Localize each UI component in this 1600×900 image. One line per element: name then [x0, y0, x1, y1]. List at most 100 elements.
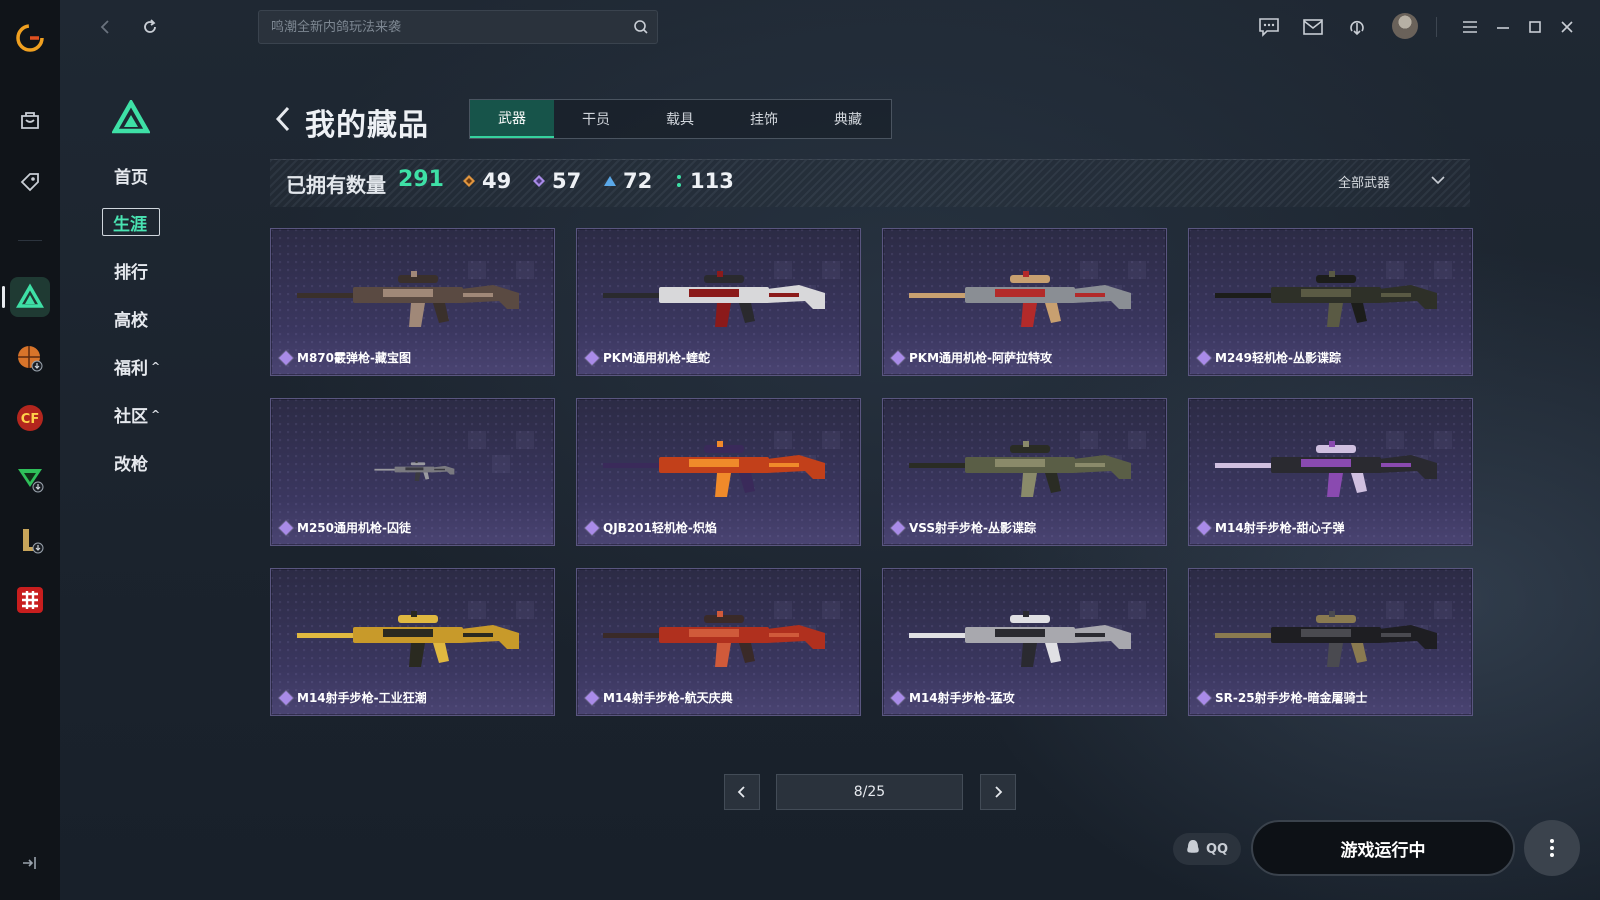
expand-sidebar-icon[interactable] — [20, 854, 38, 876]
tab-collection[interactable]: 典藏 — [806, 100, 890, 138]
download-icon[interactable] — [1344, 14, 1370, 40]
weapon-name: SR-25射手步枪-暗金屠骑士 — [1196, 689, 1368, 706]
tag-icon[interactable] — [10, 162, 50, 202]
weapon-name-label: M249轻机枪-丛影谍踪 — [1215, 351, 1341, 365]
weapon-card[interactable]: QJB201轻机枪-炽焰 — [576, 398, 861, 546]
weapon-card[interactable]: PKM通用机枪-阿萨拉特攻 — [882, 228, 1167, 376]
weapon-card[interactable]: M14射手步枪-工业狂潮 — [270, 568, 555, 716]
weapon-name-label: M14射手步枪-航天庆典 — [603, 691, 733, 705]
more-vertical-icon — [1550, 839, 1554, 857]
weapon-card[interactable]: M250通用机枪-囚徒 — [270, 398, 555, 546]
rarity-gold-count: 49 — [482, 169, 512, 193]
user-avatar[interactable] — [1392, 13, 1418, 39]
weapon-image — [603, 271, 825, 327]
weapon-card[interactable]: M14射手步枪-甜心子弹 — [1188, 398, 1473, 546]
rarity-green-stat: 113 — [674, 169, 734, 193]
weapon-name-label: M250通用机枪-囚徒 — [297, 521, 411, 535]
nav-welfare[interactable]: 福利 ^ — [102, 352, 172, 380]
chevron-down-icon — [1430, 174, 1446, 189]
weapon-name: M250通用机枪-囚徒 — [278, 519, 411, 536]
rail-active-indicator — [2, 286, 5, 308]
blue-triangle-icon — [603, 169, 617, 193]
weapon-image — [297, 271, 519, 327]
rarity-purple-stat: 57 — [532, 169, 581, 193]
search-input[interactable] — [259, 11, 657, 43]
nav-ranking-label: 排行 — [114, 262, 148, 283]
nav-gun-mod[interactable]: 改枪 — [102, 448, 172, 476]
crossfire-game-icon[interactable]: CF — [10, 398, 50, 438]
weapon-name: M14射手步枪-甜心子弹 — [1196, 519, 1345, 536]
next-page-button[interactable] — [980, 774, 1016, 810]
qq-button[interactable]: QQ — [1173, 833, 1241, 865]
weapon-card[interactable]: M870霰弹枪-藏宝图 — [270, 228, 555, 376]
valorant-game-icon[interactable] — [10, 458, 50, 498]
nav-home[interactable]: 首页 — [102, 161, 172, 189]
nav-ranking[interactable]: 排行 — [102, 256, 172, 284]
app-rail: CF — [0, 0, 60, 900]
rarity-gem-icon — [890, 350, 906, 365]
back-nav-icon[interactable] — [91, 12, 121, 42]
qq-penguin-icon — [1186, 839, 1200, 859]
chat-icon[interactable] — [1256, 14, 1282, 40]
maximize-icon[interactable] — [1522, 14, 1548, 40]
nav-community-label: 社区 — [114, 406, 148, 427]
weapon-image — [603, 441, 825, 497]
nav-welfare-label: 福利 — [114, 358, 148, 379]
summary-bar: 已拥有数量 291 49 57 72 113 全部武器 — [270, 159, 1470, 207]
weapon-card[interactable]: VSS射手步枪-丛影谍踪 — [882, 398, 1167, 546]
basketball-game-icon[interactable] — [10, 338, 50, 378]
weapon-card[interactable]: PKM通用机枪-蝰蛇 — [576, 228, 861, 376]
tab-charms[interactable]: 挂饰 — [722, 100, 806, 138]
owned-count-total: 291 — [398, 167, 444, 192]
search-icon[interactable] — [633, 19, 649, 39]
weapon-name-label: QJB201轻机枪-炽焰 — [603, 521, 717, 535]
chevron-left-icon — [737, 786, 745, 798]
weapon-filter-value: 全部武器 — [1337, 176, 1390, 191]
weapon-name: M14射手步枪-工业狂潮 — [278, 689, 427, 706]
weapon-filter-dropdown[interactable]: 全部武器 — [1338, 172, 1446, 191]
topbar-divider — [1436, 17, 1437, 37]
game-running-button[interactable]: 游戏运行中 — [1251, 820, 1515, 876]
rarity-gem-icon — [584, 350, 600, 365]
weapon-card[interactable]: M14射手步枪-航天庆典 — [576, 568, 861, 716]
back-arrow-icon[interactable] — [272, 104, 294, 138]
weapon-name: PKM通用机枪-阿萨拉特攻 — [890, 349, 1053, 366]
weapon-name: QJB201轻机枪-炽焰 — [584, 519, 717, 536]
mail-icon[interactable] — [1300, 14, 1326, 40]
nav-career[interactable]: 生涯 — [102, 208, 160, 236]
weapon-card[interactable]: SR-25射手步枪-暗金屠骑士 — [1188, 568, 1473, 716]
prev-page-button[interactable] — [724, 774, 760, 810]
weapon-card[interactable]: M249轻机枪-丛影谍踪 — [1188, 228, 1473, 376]
rarity-gold-stat: 49 — [462, 169, 511, 193]
app-logo-icon[interactable] — [10, 18, 50, 58]
delta-force-logo-icon — [111, 98, 151, 138]
tab-weapons[interactable]: 武器 — [470, 100, 554, 138]
tab-operators[interactable]: 干员 — [554, 100, 638, 138]
nav-community[interactable]: 社区 ^ — [102, 400, 172, 428]
more-options-button[interactable] — [1524, 820, 1580, 876]
weapon-card[interactable]: M14射手步枪-猛攻 — [882, 568, 1167, 716]
delta-force-game-icon[interactable] — [10, 277, 50, 317]
tab-vehicles[interactable]: 载具 — [638, 100, 722, 138]
store-bag-icon[interactable] — [10, 100, 50, 140]
purple-diamond-icon — [532, 169, 546, 193]
weapon-image — [297, 611, 519, 667]
rarity-gem-icon — [584, 520, 600, 535]
nav-home-label: 首页 — [114, 167, 148, 188]
minimize-icon[interactable] — [1490, 14, 1516, 40]
search-box — [258, 10, 658, 44]
refresh-icon[interactable] — [135, 12, 165, 42]
rarity-gem-icon — [278, 350, 294, 365]
weapon-name-label: PKM通用机枪-蝰蛇 — [603, 351, 711, 365]
weapon-name-label: M14射手步枪-猛攻 — [909, 691, 1015, 705]
nav-college[interactable]: 高校 — [102, 304, 172, 332]
league-game-icon[interactable] — [10, 520, 50, 560]
menu-icon[interactable] — [1457, 14, 1483, 40]
gold-diamond-icon — [462, 169, 476, 193]
weapon-name-label: PKM通用机枪-阿萨拉特攻 — [909, 351, 1053, 365]
close-icon[interactable] — [1554, 14, 1580, 40]
weapon-image — [1215, 271, 1437, 327]
nishuihan-game-icon[interactable] — [10, 580, 50, 620]
weapon-name-label: SR-25射手步枪-暗金屠骑士 — [1215, 691, 1368, 705]
chevron-up-icon: ^ — [151, 359, 161, 373]
